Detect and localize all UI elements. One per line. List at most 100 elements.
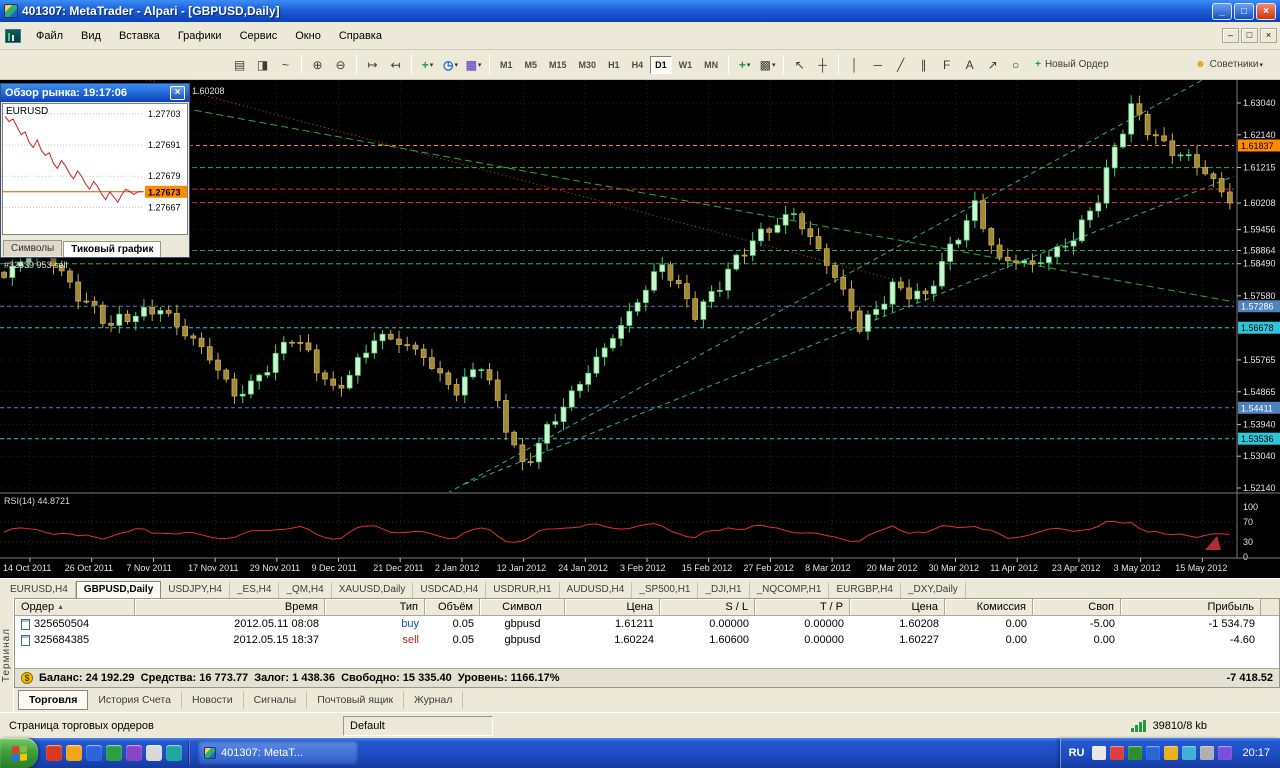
chart-tab-eurusd-h4[interactable]: EURUSD,H4 [3,582,76,598]
terminal-col-profit[interactable]: Прибыль [1121,599,1261,615]
quick-launch-icon-3[interactable] [86,745,102,761]
close-button[interactable]: × [1256,2,1276,20]
bar-chart-button[interactable]: ▤ [229,54,250,75]
text-label-button[interactable]: A [959,54,980,75]
timeframe-h1[interactable]: H1 [603,56,625,74]
quick-launch-icon-7[interactable] [166,745,182,761]
menu-item-5[interactable]: Окно [286,26,330,46]
language-indicator[interactable]: RU [1069,747,1085,759]
terminal-tab-journal[interactable]: Журнал [404,691,464,709]
chart-area[interactable]: RSI(14) 44.8721 1.63040 1.62140 1.61215 1.60… [0,80,1280,578]
advisors-button[interactable]: ☻ Советники ▾ [1188,54,1270,75]
chart-tab-nqcomp-h1[interactable]: _NQCOMP,H1 [750,582,830,598]
market-watch-window[interactable]: Обзор рынка: 19:17:06 × EURUSD 1.27703 1.… [0,83,190,258]
mdi-close-button[interactable]: × [1260,28,1277,43]
chart-tab-usdcad-h4[interactable]: USDCAD,H4 [413,582,487,598]
templates-button[interactable]: ▦ ▾ [463,54,484,75]
new-order-button[interactable]: + Новый Ордер [1028,54,1116,75]
fibonacci-button[interactable]: F [936,54,957,75]
crosshair-button[interactable]: ┼ [812,54,833,75]
chart-tab-sp500-h1[interactable]: _SP500,H1 [632,582,699,598]
market-watch-tab-tick-chart[interactable]: Тиковый график [63,241,162,257]
quick-launch-icon-5[interactable] [126,745,142,761]
terminal-tab-news[interactable]: Новости [182,691,244,709]
taskbar-task-metatrader[interactable]: 401307: MetaT... [198,741,358,765]
tray-icon-5[interactable] [1164,746,1179,760]
start-button[interactable] [0,738,38,768]
candlestick-chart-button[interactable]: ◨ [252,54,273,75]
terminal-tab-trade[interactable]: Торговля [18,690,89,710]
terminal-col-open_price[interactable]: Цена [565,599,660,615]
cursor-button[interactable]: ↖ [789,54,810,75]
menu-item-4[interactable]: Сервис [231,26,287,46]
menu-item-1[interactable]: Вид [72,26,110,46]
menu-item-6[interactable]: Справка [330,26,391,46]
menu-item-0[interactable]: Файл [27,26,72,46]
indicators-button[interactable]: + ▾ [417,54,438,75]
trendline-button[interactable]: ╱ [890,54,911,75]
timeframe-w1[interactable]: W1 [674,56,698,74]
market-watch-title-bar[interactable]: Обзор рынка: 19:17:06 × [1,84,189,102]
menu-item-2[interactable]: Вставка [110,26,169,46]
order-row[interactable]: 325684385 2012.05.15 18:37 sell 0.05 gbpusd 1… [15,632,1279,648]
profile-selector[interactable]: Default [343,715,493,736]
shapes-button[interactable]: ○ [1005,54,1026,75]
market-watch-close-icon[interactable]: × [170,86,185,100]
chart-tab-usdrur-h1[interactable]: USDRUR,H1 [486,582,560,598]
terminal-col-swap[interactable]: Своп [1033,599,1121,615]
tray-icon-8[interactable] [1218,746,1233,760]
terminal-col-volume[interactable]: Объём [425,599,480,615]
order-row[interactable]: 325650504 2012.05.11 08:08 buy 0.05 gbpusd 1.… [15,616,1279,632]
chart-tab-dji-h1[interactable]: _DJI,H1 [698,582,750,598]
chart-tab-dxy-daily[interactable]: _DXY,Daily [901,582,966,598]
timeframe-h4[interactable]: H4 [627,56,649,74]
horizontal-line-button[interactable]: ─ [867,54,888,75]
tick-chart-panel[interactable]: EURUSD 1.27703 1.27691 1.27679 1.27667 1.276… [2,103,188,235]
terminal-col-commission[interactable]: Комиссия [945,599,1033,615]
timeframe-d1[interactable]: D1 [650,55,672,74]
template-presets-button[interactable]: ▩ ▾ [757,54,778,75]
chart-tab-gbpusd-daily[interactable]: GBPUSD,Daily [75,581,162,598]
arrow-tools-button[interactable]: ↗ [982,54,1003,75]
terminal-tab-account-history[interactable]: История Счета [88,691,182,709]
channel-button[interactable]: ∥ [913,54,934,75]
tray-icon-6[interactable] [1182,746,1197,760]
add-indicator-button[interactable]: + ▾ [734,54,755,75]
chart-tab-usdjpy-h4[interactable]: USDJPY,H4 [161,582,230,598]
timeframe-mn[interactable]: MN [699,56,723,74]
market-watch-tab-symbols[interactable]: Символы [3,240,63,256]
chart-tab-es-h4[interactable]: _ES,H4 [230,582,280,598]
line-chart-button[interactable]: ~ [275,54,296,75]
terminal-tab-signals[interactable]: Сигналы [244,691,308,709]
chart-shift-button[interactable]: ↤ [385,54,406,75]
auto-scroll-button[interactable]: ↦ [362,54,383,75]
terminal-col-time[interactable]: Время [135,599,325,615]
zoom-in-button[interactable]: ⊕ [307,54,328,75]
gbpusd-daily-chart[interactable]: RSI(14) 44.8721 1.63040 1.62140 1.61215 1.60… [0,80,1280,578]
quick-launch-icon-1[interactable] [46,745,62,761]
vertical-line-button[interactable]: │ [844,54,865,75]
terminal-col-sl[interactable]: S / L [660,599,755,615]
mdi-minimize-button[interactable]: – [1222,28,1239,43]
terminal-col-order[interactable]: Ордер ▲ [15,599,135,615]
menu-item-3[interactable]: Графики [169,26,231,46]
terminal-side-caption[interactable]: Терминал [0,598,14,712]
chart-tab-qm-h4[interactable]: _QM,H4 [279,582,332,598]
timeframe-m30[interactable]: M30 [574,56,602,74]
tray-icon-7[interactable] [1200,746,1215,760]
tray-icon-3[interactable] [1128,746,1143,760]
timeframe-m5[interactable]: M5 [520,56,543,74]
terminal-tab-mailbox[interactable]: Почтовый ящик [307,691,405,709]
quick-launch-icon-6[interactable] [146,745,162,761]
chart-system-menu-icon[interactable] [5,28,21,43]
quick-launch-icon-2[interactable] [66,745,82,761]
chart-tab-eurgbp-h4[interactable]: EURGBP,H4 [829,582,901,598]
timeframe-m15[interactable]: M15 [544,56,572,74]
terminal-col-price[interactable]: Цена [850,599,945,615]
quick-launch-icon-4[interactable] [106,745,122,761]
zoom-out-button[interactable]: ⊖ [330,54,351,75]
chart-tab-audusd-h4[interactable]: AUDUSD,H4 [560,582,633,598]
tray-icon-4[interactable] [1146,746,1161,760]
timeframe-m1[interactable]: M1 [495,56,518,74]
tray-icon-2[interactable] [1110,746,1125,760]
